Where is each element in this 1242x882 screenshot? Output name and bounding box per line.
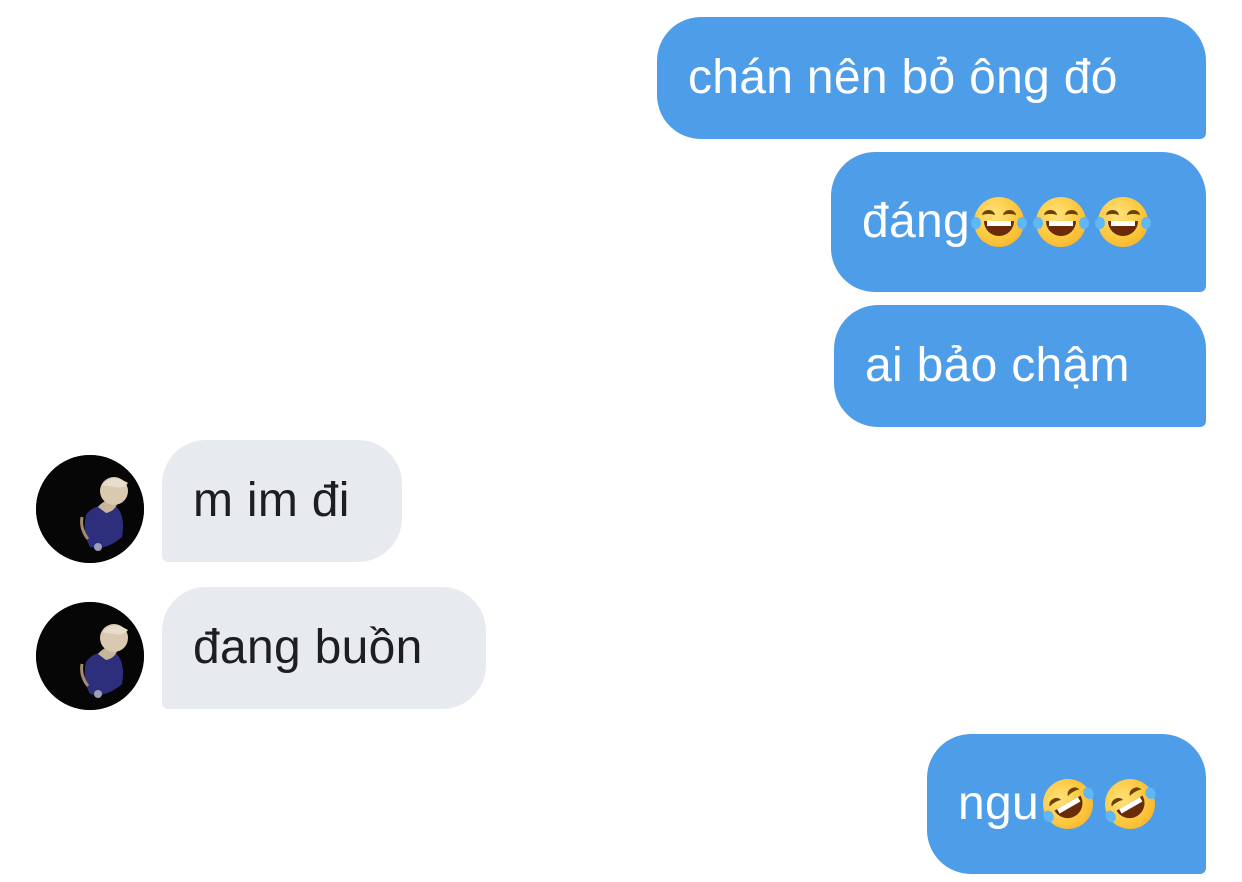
message-text: chán nên bỏ ông đó bbox=[688, 51, 1118, 104]
message-bubble-outgoing[interactable]: ngu bbox=[927, 734, 1206, 874]
message-text: đáng bbox=[862, 195, 970, 248]
message-text: ai bảo chậm bbox=[865, 339, 1130, 392]
contact-avatar[interactable] bbox=[36, 455, 144, 563]
rolling-on-the-floor-laughing-icon bbox=[1033, 769, 1103, 839]
message-text: ngu bbox=[958, 777, 1039, 830]
message-bubble-outgoing[interactable]: ai bảo chậm bbox=[834, 305, 1206, 427]
message-bubble-incoming[interactable]: m im đi bbox=[162, 440, 402, 562]
rolling-on-the-floor-laughing-icon bbox=[1095, 769, 1165, 839]
message-text: đang buồn bbox=[193, 621, 423, 674]
face-with-tears-of-joy-icon bbox=[970, 197, 1027, 247]
message-text: m im đi bbox=[193, 474, 350, 527]
face-with-tears-of-joy-icon bbox=[1094, 197, 1151, 247]
message-bubble-outgoing[interactable]: đáng bbox=[831, 152, 1206, 292]
face-with-tears-of-joy-icon bbox=[1032, 197, 1089, 247]
message-bubble-incoming[interactable]: đang buồn bbox=[162, 587, 486, 709]
contact-avatar[interactable] bbox=[36, 602, 144, 710]
message-bubble-outgoing[interactable]: chán nên bỏ ông đó bbox=[657, 17, 1206, 139]
